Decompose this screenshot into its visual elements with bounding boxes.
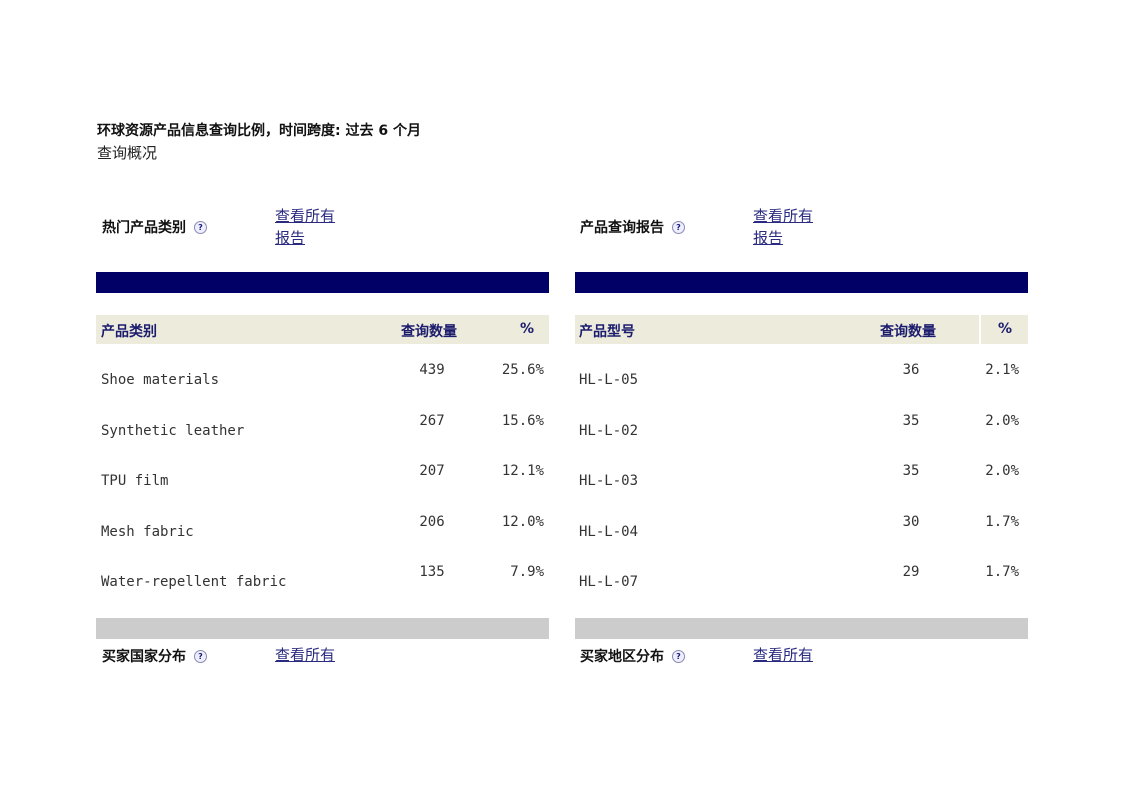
section-title: 产品查询报告 bbox=[580, 220, 664, 236]
row-name: HL-L-04 bbox=[579, 523, 639, 540]
row-count: 29 bbox=[902, 564, 920, 580]
view-all-link[interactable]: 查看所有 bbox=[275, 644, 335, 665]
section-footer-bar bbox=[96, 618, 549, 639]
row-name: Synthetic leather bbox=[101, 422, 245, 439]
page-subtitle: 查询概况 bbox=[97, 144, 158, 162]
row-count: 207 bbox=[419, 463, 445, 479]
column-header-model: 产品型号 bbox=[579, 324, 635, 340]
table-row: HL-L-04 30 1.7% bbox=[575, 496, 1028, 547]
view-all-reports-link[interactable]: 查看所有报告 bbox=[275, 205, 345, 249]
section-divider-bar bbox=[575, 272, 1028, 293]
row-percent: 2.0% bbox=[985, 463, 1019, 479]
row-percent: 2.0% bbox=[985, 412, 1019, 429]
table-row: Shoe materials 439 25.6% bbox=[96, 344, 549, 395]
buyer-region-title: 买家地区分布 bbox=[580, 649, 664, 665]
table-row: HL-L-05 36 2.1% bbox=[575, 344, 1028, 395]
column-header-percent: % bbox=[998, 321, 1013, 337]
row-name: HL-L-05 bbox=[579, 372, 639, 388]
row-count: 35 bbox=[902, 412, 920, 429]
column-header-percent: % bbox=[520, 321, 535, 337]
row-count: 439 bbox=[419, 362, 445, 378]
table-row: Mesh fabric 206 12.0% bbox=[96, 496, 549, 547]
table-body: HL-L-05 36 2.1% HL-L-02 35 2.0% HL-L-03 … bbox=[575, 344, 1028, 597]
buyer-country-title: 买家国家分布 bbox=[102, 649, 186, 665]
help-icon[interactable]: ? bbox=[672, 221, 685, 234]
column-header-category: 产品类别 bbox=[101, 324, 157, 340]
row-name: Water-repellent fabric bbox=[101, 574, 287, 590]
table-row: TPU film 207 12.1% bbox=[96, 445, 549, 496]
help-icon[interactable]: ? bbox=[194, 650, 207, 663]
row-percent: 12.1% bbox=[501, 463, 544, 479]
view-all-reports-link[interactable]: 查看所有报告 bbox=[753, 205, 823, 249]
row-name: Shoe materials bbox=[101, 372, 220, 388]
table-row: Synthetic leather 267 15.6% bbox=[96, 395, 549, 446]
table-row: HL-L-02 35 2.0% bbox=[575, 395, 1028, 446]
section-title-wrap: 热门产品类别? bbox=[102, 217, 207, 237]
row-percent: 25.6% bbox=[501, 362, 544, 378]
row-name: Mesh fabric bbox=[101, 523, 194, 540]
row-name: HL-L-03 bbox=[579, 473, 639, 489]
table-row: HL-L-07 29 1.7% bbox=[575, 546, 1028, 597]
row-percent: 7.9% bbox=[510, 564, 544, 580]
section-footer-bar bbox=[575, 618, 1028, 639]
section-divider-bar bbox=[96, 272, 549, 293]
row-percent: 12.0% bbox=[501, 513, 544, 530]
table-header: 产品型号 查询数量 % bbox=[575, 315, 1028, 344]
table-row: HL-L-03 35 2.0% bbox=[575, 445, 1028, 496]
column-divider bbox=[979, 315, 981, 344]
view-all-link[interactable]: 查看所有 bbox=[753, 644, 813, 665]
row-percent: 1.7% bbox=[985, 564, 1019, 580]
help-icon[interactable]: ? bbox=[194, 221, 207, 234]
buyer-region-title-wrap: 买家地区分布? bbox=[580, 646, 685, 666]
section-title: 热门产品类别 bbox=[102, 220, 186, 236]
row-count: 30 bbox=[902, 513, 920, 530]
help-icon[interactable]: ? bbox=[672, 650, 685, 663]
buyer-country-title-wrap: 买家国家分布? bbox=[102, 646, 207, 666]
row-name: HL-L-07 bbox=[579, 574, 639, 590]
table-row: Water-repellent fabric 135 7.9% bbox=[96, 546, 549, 597]
row-count: 36 bbox=[902, 362, 920, 378]
section-title-wrap: 产品查询报告? bbox=[580, 217, 685, 237]
section-header: 产品查询报告? 查看所有报告 bbox=[575, 197, 1028, 247]
row-name: HL-L-02 bbox=[579, 422, 639, 439]
row-percent: 2.1% bbox=[985, 362, 1019, 378]
row-count: 135 bbox=[419, 564, 445, 580]
row-count: 35 bbox=[902, 463, 920, 479]
row-count: 267 bbox=[419, 412, 445, 429]
row-percent: 1.7% bbox=[985, 513, 1019, 530]
table-body: Shoe materials 439 25.6% Synthetic leath… bbox=[96, 344, 549, 597]
row-count: 206 bbox=[419, 513, 445, 530]
column-header-count: 查询数量 bbox=[880, 324, 936, 340]
row-percent: 15.6% bbox=[501, 412, 544, 429]
page-title: 环球资源产品信息查询比例，时间跨度: 过去 6 个月 bbox=[97, 123, 421, 139]
table-header: 产品类别 查询数量 % bbox=[96, 315, 549, 344]
column-header-count: 查询数量 bbox=[401, 324, 457, 340]
row-name: TPU film bbox=[101, 473, 169, 489]
section-header: 热门产品类别? 查看所有报告 bbox=[96, 197, 549, 247]
